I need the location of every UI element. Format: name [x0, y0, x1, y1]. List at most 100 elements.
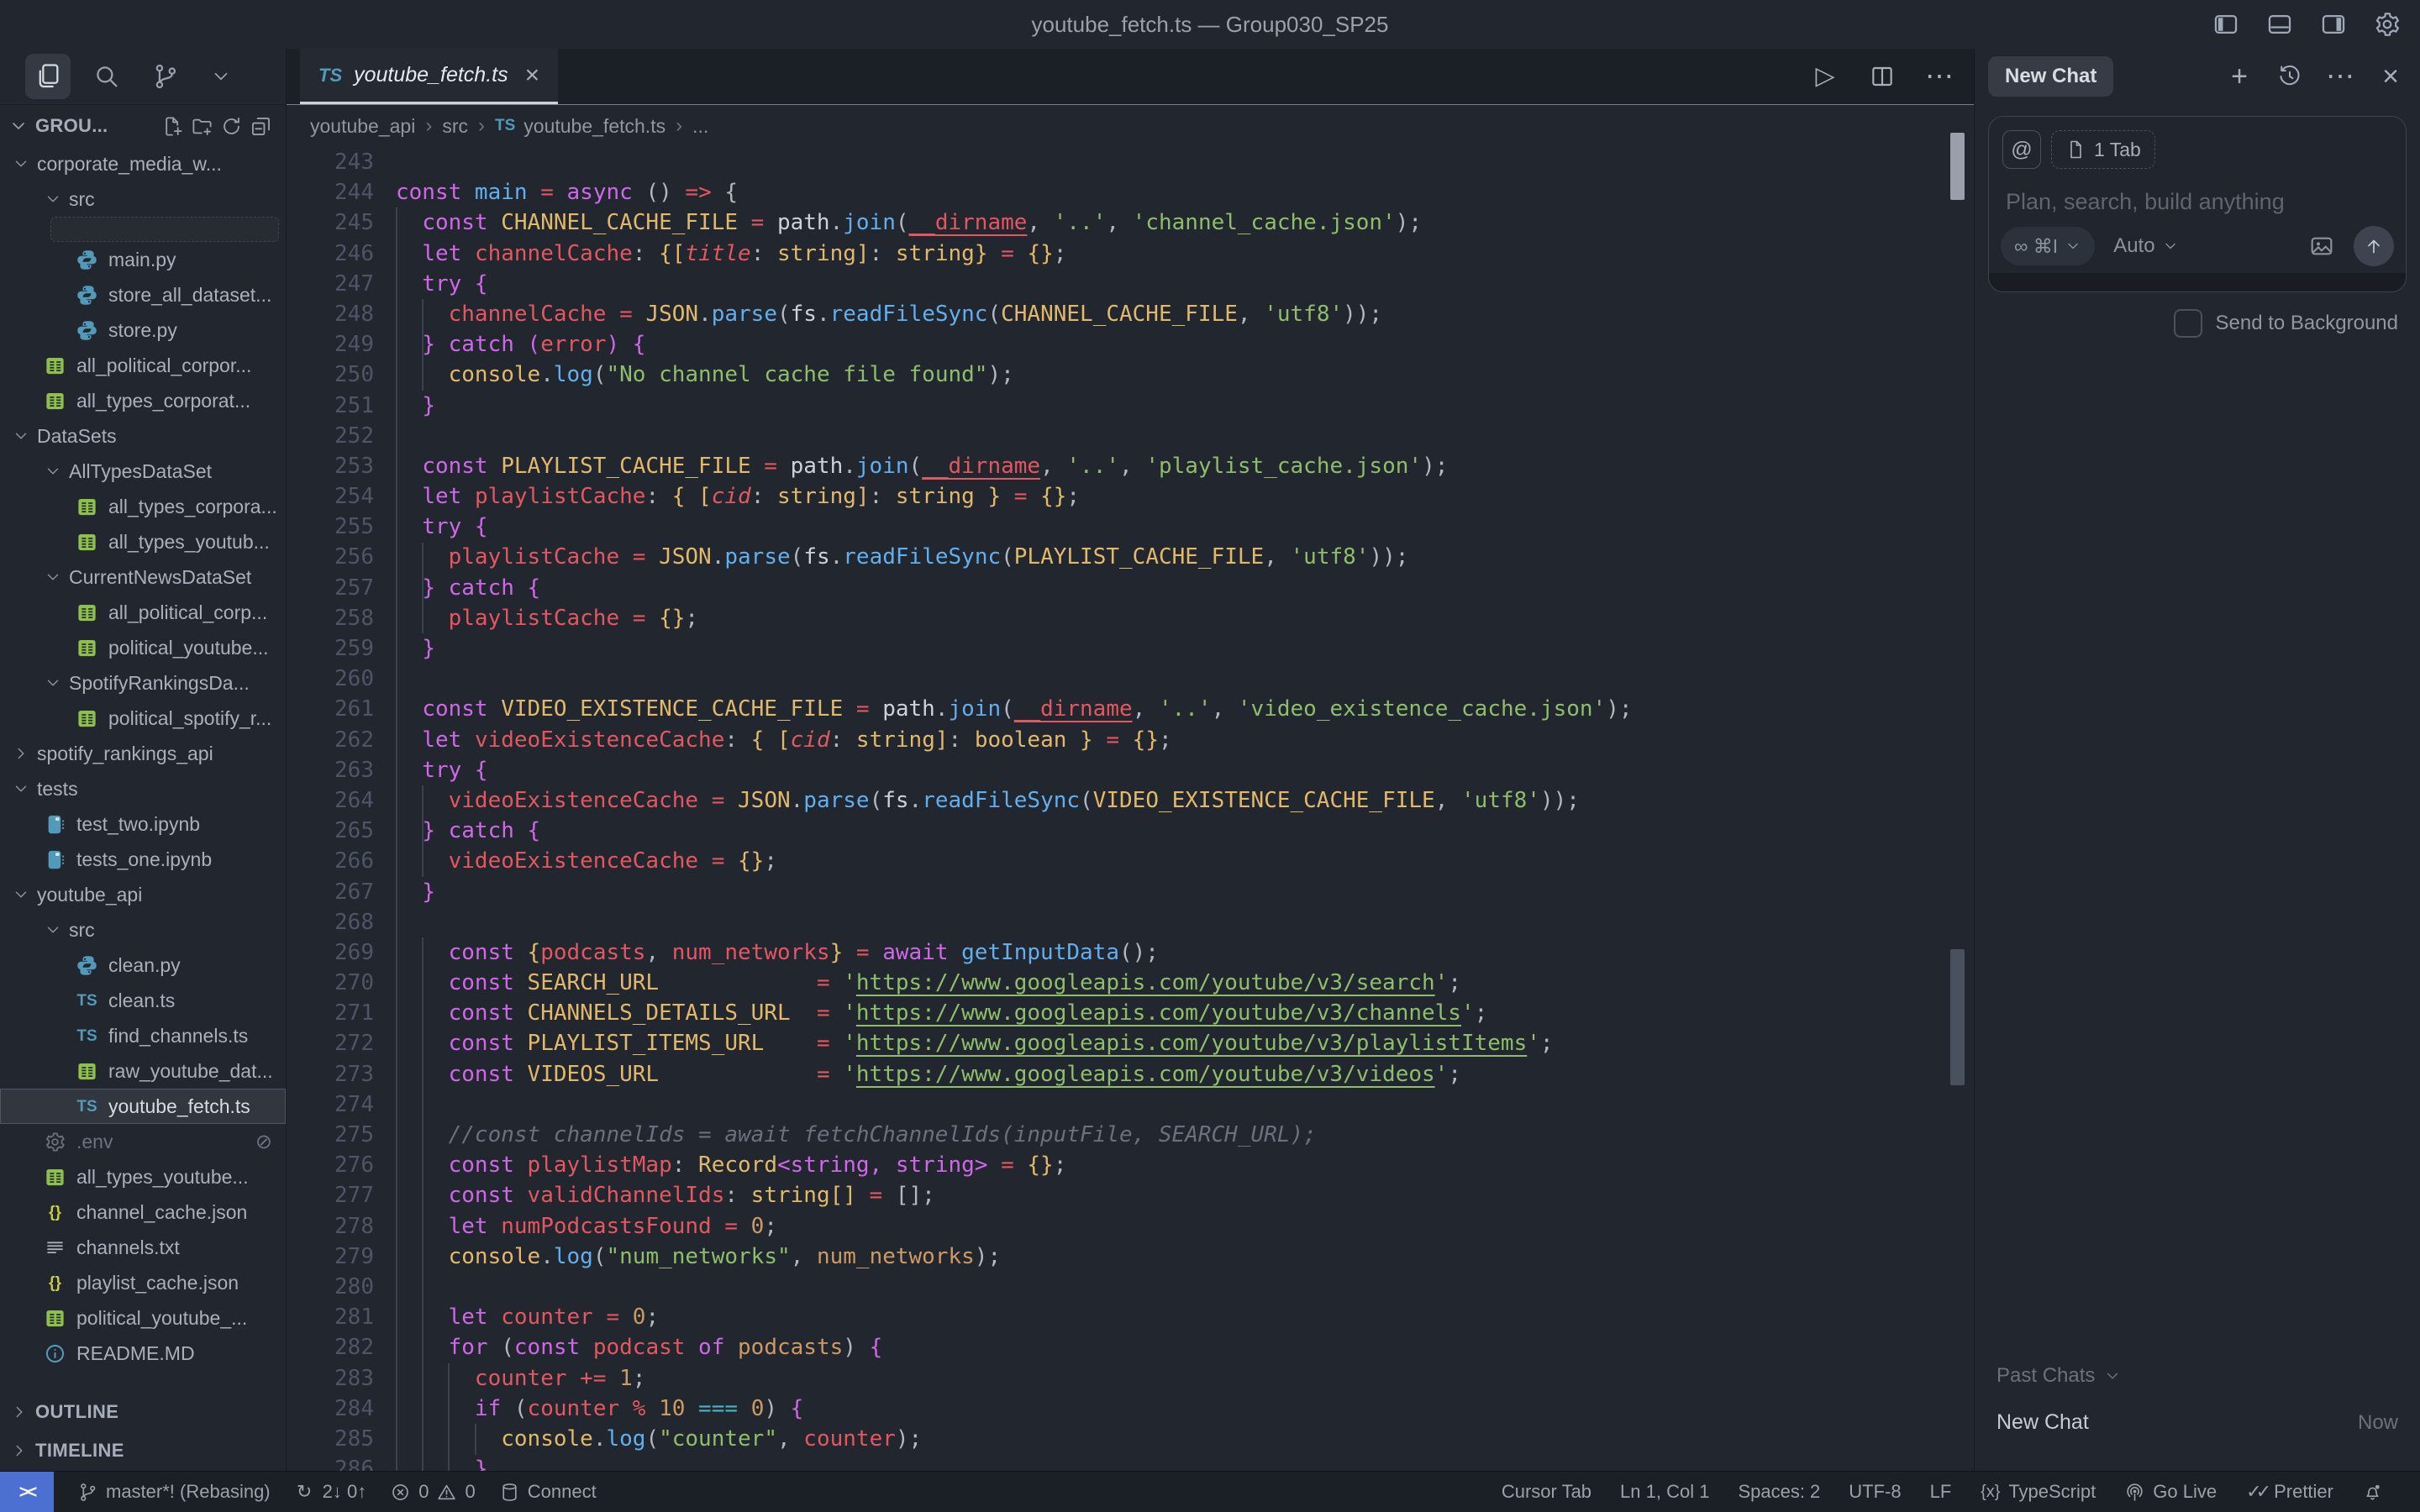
layout-right-icon[interactable] — [2319, 10, 2348, 39]
tree-item-store_all_dataset...[interactable]: store_all_dataset... — [0, 277, 286, 312]
tree-item-corporate_media_w...[interactable]: corporate_media_w... — [0, 146, 286, 181]
chev-icon[interactable] — [210, 66, 232, 87]
tree-item-all_types_corporat...[interactable]: all_types_corporat... — [0, 383, 286, 418]
chat-history-item[interactable]: New Chat Now — [1996, 1410, 2398, 1435]
split-icon[interactable] — [1869, 63, 1896, 90]
status-language-typescript[interactable]: {x}TypeScript — [1980, 1481, 2096, 1503]
tree-item-.env[interactable]: .env⊘ — [0, 1124, 286, 1159]
tree-item-README.MD[interactable]: README.MD — [0, 1336, 286, 1371]
history-icon[interactable] — [2277, 64, 2302, 89]
status-problems[interactable]: 00 — [390, 1481, 476, 1503]
status-eol[interactable]: LF — [1930, 1481, 1952, 1503]
tree-item-spotify_rankings_api[interactable]: spotify_rankings_api — [0, 736, 286, 771]
tree-item-SpotifyRankingsDa...[interactable]: SpotifyRankingsDa... — [0, 665, 286, 701]
editor-actions: ▷⋯ — [1812, 49, 1953, 104]
play-icon[interactable]: ▷ — [1812, 63, 1839, 90]
model-selector[interactable]: Auto — [2113, 234, 2178, 258]
status-encoding[interactable]: UTF-8 — [1849, 1481, 1901, 1503]
send-button[interactable] — [2354, 226, 2394, 266]
tree-item-all_types_corpora...[interactable]: all_types_corpora... — [0, 489, 286, 524]
code-editor[interactable]: 243244const main = async () => {245 cons… — [287, 147, 1975, 1472]
tree-item-tests[interactable]: tests — [0, 771, 286, 806]
breadcrumb-item[interactable]: src — [442, 115, 468, 138]
tree-item-channels.txt[interactable]: channels.txt — [0, 1230, 286, 1265]
tree-item-political_youtube...[interactable]: political_youtube... — [0, 630, 286, 665]
gear-icon[interactable] — [2373, 10, 2402, 39]
close-tab-icon[interactable]: × — [525, 61, 540, 90]
files-icon[interactable] — [34, 62, 62, 91]
dots-icon[interactable]: ⋯ — [2328, 64, 2353, 89]
tree-item-find_channels.ts[interactable]: TSfind_channels.ts — [0, 1018, 286, 1053]
status-notifications[interactable] — [2362, 1482, 2383, 1503]
status-sync-changes[interactable]: ↻2↓ 0↑ — [294, 1481, 367, 1503]
status-cursor-position[interactable]: Ln 1, Col 1 — [1620, 1481, 1709, 1503]
tree-item-CurrentNewsDataSet[interactable]: CurrentNewsDataSet — [0, 559, 286, 595]
breadcrumb-item[interactable]: ... — [692, 115, 708, 138]
line-number: 259 — [287, 633, 396, 664]
explorer-header[interactable]: GROU... — [0, 105, 286, 147]
tab-youtube-fetch[interactable]: TS youtube_fetch.ts × — [300, 49, 558, 104]
tree-item-DataSets[interactable]: DataSets — [0, 418, 286, 454]
sidebar-section-timeline[interactable]: TIMELINE — [0, 1431, 286, 1470]
tree-item-all_political_corp...[interactable]: all_political_corp... — [0, 595, 286, 630]
status-db-connect[interactable]: Connect — [499, 1481, 597, 1503]
breadcrumb-item[interactable]: TSyoutube_fetch.ts — [495, 115, 666, 138]
tree-item-tests_one.ipynb[interactable]: tests_one.ipynb — [0, 842, 286, 877]
tree-item-youtube_api[interactable]: youtube_api — [0, 877, 286, 912]
status-go-live[interactable]: Go Live — [2124, 1481, 2217, 1503]
scrollbar-thumb[interactable] — [1950, 949, 1965, 1085]
breadcrumb-item[interactable]: youtube_api — [310, 115, 415, 138]
layout-left-icon[interactable] — [2212, 10, 2240, 39]
scrollbar-thumb-top[interactable] — [1950, 133, 1965, 200]
sidebar-section-outline[interactable]: OUTLINE — [0, 1393, 286, 1431]
mention-button[interactable]: @ — [2002, 130, 2041, 169]
tree-item-raw_youtube_dat...[interactable]: raw_youtube_dat... — [0, 1053, 286, 1089]
tree-item-all_political_corpor...[interactable]: all_political_corpor... — [0, 348, 286, 383]
tree-item-channel_cache.json[interactable]: {}channel_cache.json — [0, 1194, 286, 1230]
new-file-icon[interactable] — [161, 115, 184, 138]
context-tab-chip[interactable]: 1 Tab — [2051, 130, 2155, 169]
tree-item-main.py[interactable]: main.py — [0, 242, 286, 277]
close-icon[interactable]: × — [2378, 64, 2403, 89]
plus-icon[interactable]: + — [2227, 64, 2252, 89]
editor-group[interactable]: TS youtube_fetch.ts × ▷⋯ youtube_api›src… — [287, 49, 1975, 1472]
status-indentation[interactable]: Spaces: 2 — [1738, 1481, 1820, 1503]
layout-bottom-icon[interactable] — [2265, 10, 2294, 39]
status-label: Prettier — [2274, 1481, 2333, 1503]
collapse-all-icon[interactable] — [250, 115, 272, 138]
image-attach-icon[interactable] — [2308, 233, 2335, 260]
status-remote[interactable]: >< — [0, 1472, 54, 1512]
tree-item-political_youtube_...[interactable]: political_youtube_... — [0, 1300, 286, 1336]
tree-item-AllTypesDataSet[interactable]: AllTypesDataSet — [0, 454, 286, 489]
agent-mode-pill[interactable]: ∞ ⌘I — [2001, 227, 2095, 265]
tree-item-store.py[interactable]: store.py — [0, 312, 286, 348]
status-prettier[interactable]: ✓✓Prettier — [2245, 1481, 2333, 1503]
tree-item-clean.ts[interactable]: TSclean.ts — [0, 983, 286, 1018]
past-chats-toggle[interactable]: Past Chats — [1996, 1364, 2122, 1388]
tree-item-src[interactable]: src — [0, 912, 286, 948]
tree-item-test_two.ipynb[interactable]: test_two.ipynb — [0, 806, 286, 842]
tree-item-all_types_youtub...[interactable]: all_types_youtub... — [0, 524, 286, 559]
chev-icon — [44, 674, 62, 692]
line-number: 264 — [287, 785, 396, 816]
refresh-icon[interactable] — [220, 115, 243, 138]
chevron-down-icon — [8, 116, 29, 136]
send-to-background[interactable]: Send to Background — [2174, 309, 2399, 338]
send-to-background-checkbox[interactable] — [2174, 309, 2202, 338]
chat-tab[interactable]: New Chat — [1988, 56, 2113, 97]
tree-item-src[interactable]: src — [0, 181, 286, 217]
tree-item-clean.py[interactable]: clean.py — [0, 948, 286, 983]
search-icon[interactable] — [92, 62, 121, 91]
status-git-branch[interactable]: master*! (Rebasing) — [77, 1481, 271, 1503]
new-folder-icon[interactable] — [191, 115, 213, 138]
tree-item-playlist_cache.json[interactable]: {}playlist_cache.json — [0, 1265, 286, 1300]
git-icon[interactable] — [151, 62, 180, 91]
tree-item-all_types_youtube...[interactable]: all_types_youtube... — [0, 1159, 286, 1194]
tree-item-political_spotify_r...[interactable]: political_spotify_r... — [0, 701, 286, 736]
tree-item-youtube_fetch.ts[interactable]: TSyoutube_fetch.ts — [0, 1089, 286, 1124]
status-cursor-tab[interactable]: Cursor Tab — [1502, 1481, 1591, 1503]
chat-header-icons: + ⋯ × — [2227, 49, 2403, 104]
dots-icon[interactable]: ⋯ — [1926, 63, 1953, 90]
chat-input-placeholder[interactable]: Plan, search, build anything — [2006, 189, 2285, 215]
chat-input-card[interactable]: @ 1 Tab Plan, search, build anything ∞ ⌘… — [1988, 116, 2407, 292]
